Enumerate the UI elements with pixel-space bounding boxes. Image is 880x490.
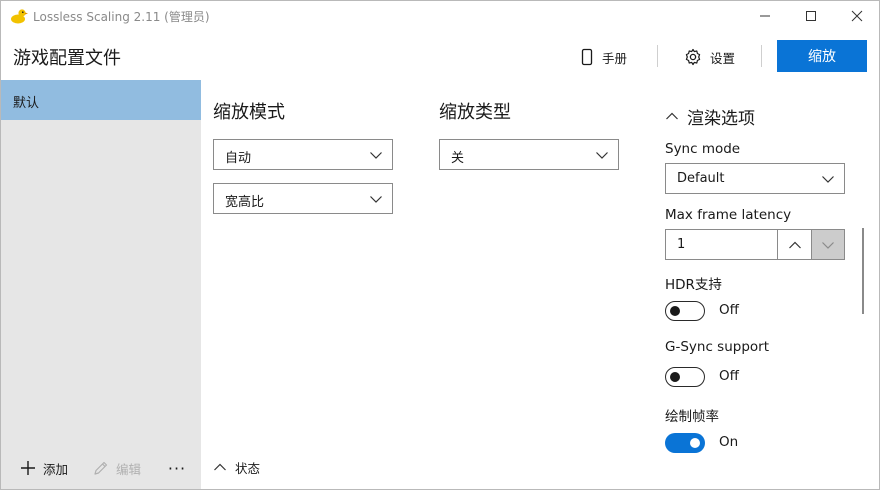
chevron-up-icon [666, 112, 678, 120]
add-profile-button[interactable]: 添加 [20, 458, 68, 478]
settings-label: 设置 [710, 50, 736, 66]
toggle-knob [670, 372, 680, 382]
scrollbar[interactable] [862, 228, 864, 314]
pencil-icon [94, 461, 108, 475]
gsync-support-state: Off [719, 368, 739, 384]
minimize-icon [760, 15, 770, 17]
scaling-mode-value: 自动 [225, 151, 252, 166]
status-label: 状态 [235, 460, 261, 476]
max-frame-latency-label: Max frame latency [665, 207, 792, 223]
max-frame-latency-stepper[interactable]: 1 [665, 229, 845, 260]
hdr-support-toggle[interactable] [665, 301, 705, 321]
edit-profile-button[interactable]: 编辑 [92, 458, 141, 478]
profiles-sidebar: 默认 添加 编辑 ··· [0, 80, 201, 490]
window-title: Lossless Scaling 2.11 (管理员) [33, 10, 210, 24]
chevron-down-icon [370, 196, 382, 203]
render-options-title: 渲染选项 [687, 108, 755, 129]
max-frame-latency-value: 1 [677, 237, 686, 252]
phone-manual-icon [581, 48, 593, 66]
title-bar: Lossless Scaling 2.11 (管理员) [0, 0, 880, 32]
draw-fps-label: 绘制帧率 [665, 409, 719, 425]
maximize-icon [806, 11, 816, 21]
scale-button[interactable]: 缩放 [777, 40, 867, 72]
add-label: 添加 [43, 461, 69, 477]
decrement-button[interactable] [811, 230, 844, 259]
chevron-down-icon [822, 176, 834, 183]
draw-fps-state: On [719, 434, 739, 450]
scaling-type-value: 关 [451, 151, 465, 166]
scaling-mode-title: 缩放模式 [213, 102, 285, 123]
scaling-type-dropdown[interactable]: 关 [439, 139, 619, 170]
draw-fps-toggle[interactable] [665, 433, 705, 453]
settings-link[interactable]: 设置 [684, 46, 735, 68]
toggle-knob [670, 306, 680, 316]
chevron-up-icon [214, 463, 226, 471]
aspect-ratio-value: 宽高比 [225, 195, 265, 210]
hdr-support-state: Off [719, 302, 739, 318]
aspect-ratio-dropdown[interactable]: 宽高比 [213, 183, 393, 214]
profile-label: 默认 [13, 96, 40, 111]
render-options-toggle[interactable]: 渲染选项 [665, 104, 755, 129]
hdr-support-label: HDR支持 [665, 277, 722, 293]
gsync-support-toggle[interactable] [665, 367, 705, 387]
manual-link[interactable]: 手册 [580, 46, 627, 68]
scaling-type-title: 缩放类型 [439, 102, 511, 123]
close-icon [851, 10, 863, 22]
toggle-knob [690, 438, 700, 448]
header-divider [761, 45, 762, 67]
scaling-mode-dropdown[interactable]: 自动 [213, 139, 393, 170]
page-title: 游戏配置文件 [13, 48, 121, 69]
chevron-down-icon [822, 241, 834, 249]
profile-item-default[interactable]: 默认 [0, 80, 201, 120]
edit-label: 编辑 [116, 461, 142, 477]
chevron-down-icon [596, 152, 608, 159]
chevron-up-icon [788, 241, 801, 248]
increment-button[interactable] [777, 230, 811, 259]
header-bar: 游戏配置文件 手册 设置 缩放 [0, 32, 880, 80]
minimize-button[interactable] [742, 0, 788, 32]
gsync-support-label: G-Sync support [665, 339, 769, 355]
duck-logo-icon [10, 8, 28, 24]
manual-label: 手册 [602, 50, 628, 66]
more-options-button[interactable]: ··· [166, 458, 188, 478]
close-button[interactable] [834, 0, 880, 32]
status-toggle[interactable]: 状态 [213, 458, 260, 476]
maximize-button[interactable] [788, 0, 834, 32]
gear-icon [685, 48, 701, 66]
sync-mode-label: Sync mode [665, 141, 741, 157]
chevron-down-icon [370, 152, 382, 159]
plus-icon [21, 461, 35, 475]
header-divider [657, 45, 658, 67]
sync-mode-dropdown[interactable]: Default [665, 163, 845, 194]
sync-mode-value: Default [677, 171, 725, 186]
